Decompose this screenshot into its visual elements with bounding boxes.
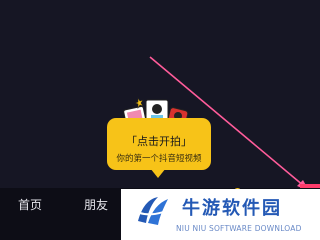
tab-home[interactable]: 首页 (18, 196, 42, 213)
highlight-marker (300, 184, 320, 188)
watermark-subtitle: NIU NIU SOFTWARE DOWNLOAD (176, 224, 302, 233)
tooltip-title: 「点击开拍」 (126, 135, 192, 148)
tab-friends[interactable]: 朋友 (84, 196, 108, 213)
watermark-title: 牛游软件园 (182, 198, 282, 219)
tooltip-pointer (150, 168, 166, 178)
tooltip-subtitle: 你的第一个抖音短视频 (116, 154, 202, 164)
brand-logo-icon (138, 197, 168, 225)
